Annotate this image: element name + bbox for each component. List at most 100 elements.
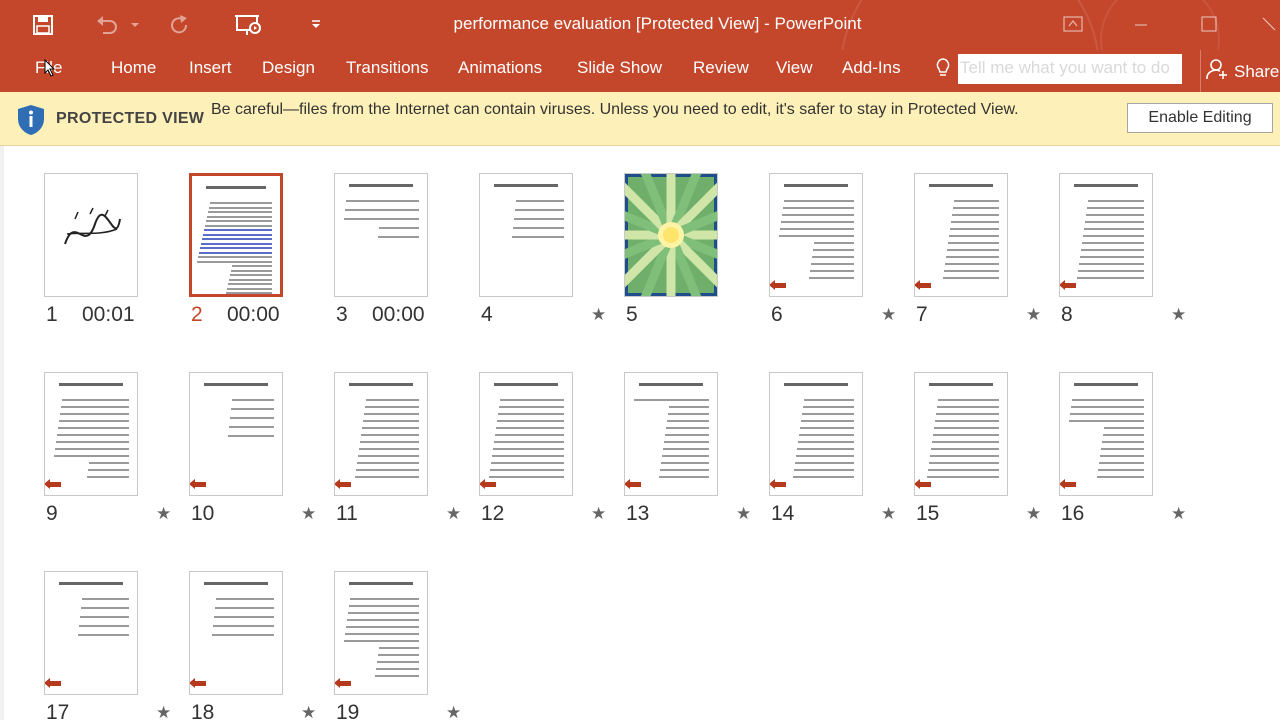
slide-thumbnail[interactable] [189,372,283,496]
slide-item[interactable]: 16 ★ [1059,372,1189,542]
minimize-icon[interactable] [1118,6,1164,42]
slide-thumbnail[interactable] [624,372,718,496]
slide-thumbnail[interactable] [479,372,573,496]
star-icon[interactable]: ★ [881,504,896,524]
thumbnail-text-line [814,242,854,244]
close-icon[interactable] [1258,6,1280,42]
slide-number: 2 [191,303,203,326]
slide-number: 5 [626,303,638,326]
slide-number: 19 [336,701,360,720]
slide-thumbnail[interactable] [44,372,138,496]
slide-item[interactable]: 9 ★ [44,372,174,542]
tab-slide-show[interactable]: Slide Show [577,58,662,78]
thumbnail-text-line [494,441,564,443]
thumbnail-text-line [58,427,129,429]
share-button[interactable]: Share [1206,58,1279,85]
star-icon[interactable]: ★ [736,504,751,524]
star-icon[interactable]: ★ [1026,504,1041,524]
thumbnail-text-line [951,221,999,223]
slide-item[interactable]: 8 ★ [1059,173,1189,343]
tab-home[interactable]: Home [111,58,156,78]
thumbnail-text-line [1078,270,1144,272]
thumbnail-text-line [344,218,419,220]
thumbnail-title-line [204,582,268,585]
slide-thumbnail[interactable] [189,173,283,297]
slide-thumbnail[interactable] [769,173,863,297]
thumbnail-text-line [1101,448,1144,450]
slide-item[interactable]: 15 ★ [914,372,1044,542]
slide-item[interactable]: 7 ★ [914,173,1044,343]
slide-thumbnail[interactable] [769,372,863,496]
tab-view[interactable]: View [776,58,813,78]
star-icon[interactable]: ★ [1171,504,1186,524]
slide-number: 1 [46,303,58,326]
slide-thumbnail[interactable] [914,173,1008,297]
slide-item[interactable]: 4 ★ [479,173,609,343]
slide-thumbnail[interactable] [624,173,718,297]
ribbon-divider [1200,50,1201,92]
slide-item[interactable]: 2 00:00 [189,173,319,343]
thumbnail-text-line [207,215,272,218]
star-icon[interactable]: ★ [1026,305,1041,325]
star-icon[interactable]: ★ [591,504,606,524]
thumbnail-text-line [490,469,564,471]
tab-review[interactable]: Review [693,58,749,78]
slide-item[interactable]: 5 [624,173,754,343]
star-icon[interactable]: ★ [156,504,171,524]
thumbnail-text-line [944,270,999,272]
slide-number: 16 [1061,502,1085,525]
slide-thumbnail[interactable] [44,173,138,297]
thumbnail-text-line [516,200,564,202]
tab-design[interactable]: Design [262,58,315,78]
thumbnail-text-line [946,256,999,258]
thumbnail-text-line [198,256,272,258]
slide-item[interactable]: 17 ★ [44,571,174,720]
star-icon[interactable]: ★ [301,504,316,524]
slide-item[interactable]: 10 ★ [189,372,319,542]
slide-thumbnail[interactable] [189,571,283,695]
thumbnail-text-line [801,420,854,422]
slide-thumbnail[interactable] [334,571,428,695]
thumbnail-title-line [784,184,848,187]
thumbnail-text-line [1085,221,1144,223]
tab-insert[interactable]: Insert [189,58,232,78]
star-icon[interactable]: ★ [156,703,171,720]
tab-animations[interactable]: Animations [458,58,542,78]
tab-add-ins[interactable]: Add-Ins [842,58,901,78]
slide-thumbnail[interactable] [914,372,1008,496]
thumbnail-text-line [665,434,709,436]
slide-item[interactable]: 11 ★ [334,372,464,542]
slide-thumbnail[interactable] [44,571,138,695]
thumbnail-text-line [208,211,272,213]
slide-item[interactable]: 19 ★ [334,571,464,720]
enable-editing-button[interactable]: Enable Editing [1127,103,1273,133]
thumbnail-text-line [779,235,854,237]
thumbnail-text-line [954,200,999,202]
slide-thumbnail[interactable] [479,173,573,297]
ribbon-display-options-icon[interactable] [1050,6,1096,42]
slide-item[interactable]: 3 00:00 [334,173,464,343]
slide-item[interactable]: 12 ★ [479,372,609,542]
thumbnail-text-line [1102,441,1144,443]
slide-item[interactable]: 1 00:01 [44,173,174,343]
slide-item[interactable]: 13 ★ [624,372,754,542]
star-icon[interactable]: ★ [1171,305,1186,325]
tab-transitions[interactable]: Transitions [346,58,429,78]
thumbnail-text-line [927,476,999,478]
slide-item[interactable]: 18 ★ [189,571,319,720]
slide-item[interactable]: 14 ★ [769,372,899,542]
slide-thumbnail[interactable] [1059,173,1153,297]
tell-me-search-input[interactable]: Tell me what you want to do [958,54,1182,84]
slide-thumbnail[interactable] [334,372,428,496]
maximize-icon[interactable] [1186,6,1232,42]
thumbnail-text-line [366,399,419,401]
star-icon[interactable]: ★ [446,703,461,720]
slide-thumbnail[interactable] [1059,372,1153,496]
star-icon[interactable]: ★ [591,305,606,325]
star-icon[interactable]: ★ [446,504,461,524]
star-icon[interactable]: ★ [881,305,896,325]
thumbnail-text-line [1084,228,1144,230]
star-icon[interactable]: ★ [301,703,316,720]
slide-item[interactable]: 6 ★ [769,173,899,343]
slide-thumbnail[interactable] [334,173,428,297]
